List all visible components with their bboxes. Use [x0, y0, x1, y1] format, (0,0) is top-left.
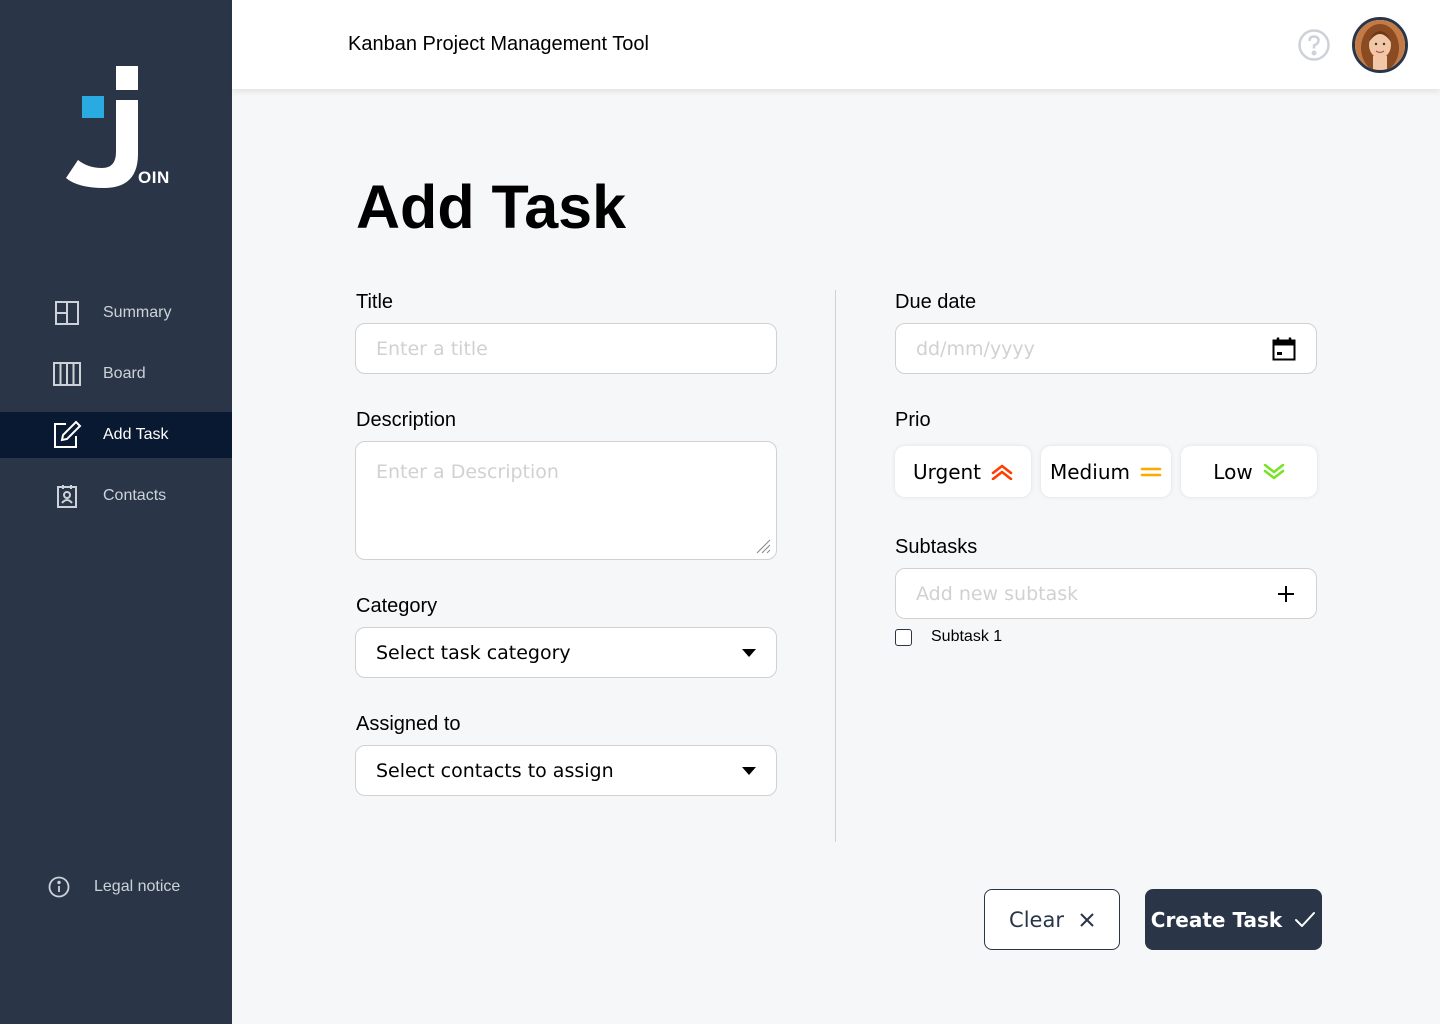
assigned-label: Assigned to [356, 713, 461, 735]
clear-label: Clear [1009, 907, 1064, 932]
sidebar-item-contacts[interactable]: Contacts [0, 473, 232, 519]
plus-icon[interactable] [1276, 584, 1296, 604]
category-value: Select task category [376, 641, 571, 664]
add-task-icon [52, 420, 82, 450]
prio-medium-label: Medium [1050, 459, 1130, 484]
title-label: Title [356, 291, 394, 313]
sidebar: OIN Summary Board Add Task Contacts Lega… [0, 0, 232, 1024]
summary-icon [52, 298, 82, 328]
due-date-placeholder: dd/mm/yyyy [916, 337, 1035, 360]
legal-notice-label: Legal notice [94, 878, 181, 895]
category-label: Category [356, 595, 438, 617]
sidebar-item-label: Add Task [103, 426, 169, 443]
subtask-item: Subtask 1 [895, 628, 1002, 646]
close-icon [1080, 912, 1094, 927]
title-input[interactable]: Enter a title [355, 323, 777, 374]
subtask-input[interactable]: Add new subtask [895, 568, 1317, 619]
sidebar-item-summary[interactable]: Summary [0, 290, 232, 336]
contacts-icon [52, 481, 82, 511]
prio-urgent-button[interactable]: Urgent [895, 446, 1031, 497]
description-textarea[interactable]: Enter a Description [355, 441, 777, 560]
legal-notice-link[interactable]: Legal notice [48, 876, 180, 898]
description-label: Description [356, 409, 457, 431]
app-title: Kanban Project Management Tool [348, 33, 649, 55]
description-placeholder: Enter a Description [376, 461, 559, 483]
form-divider [835, 290, 836, 842]
prio-medium-button[interactable]: Medium [1041, 446, 1171, 497]
subtask-placeholder: Add new subtask [916, 582, 1079, 605]
sidebar-nav: Summary Board Add Task Contacts [0, 290, 232, 534]
prio-low-label: Low [1213, 459, 1253, 484]
board-icon [52, 359, 82, 389]
subtask-checkbox[interactable] [895, 628, 912, 646]
prio-label: Prio [895, 409, 931, 431]
avatar[interactable] [1352, 17, 1408, 73]
category-select[interactable]: Select task category [355, 627, 777, 678]
double-chevron-down-icon [1263, 463, 1284, 479]
sidebar-item-label: Board [103, 365, 146, 382]
create-task-label: Create Task [1150, 907, 1283, 932]
page-title: Add Task [356, 173, 627, 241]
title-placeholder: Enter a title [376, 337, 488, 360]
logo-text: OIN [138, 168, 170, 187]
help-icon[interactable] [1297, 28, 1331, 62]
assigned-select[interactable]: Select contacts to assign [355, 745, 777, 796]
sidebar-item-add-task[interactable]: Add Task [0, 412, 232, 458]
double-chevron-up-icon [991, 464, 1013, 480]
chevron-down-icon [742, 648, 756, 657]
create-task-button[interactable]: Create Task [1145, 889, 1322, 950]
subtask-label: Subtask 1 [931, 628, 1003, 645]
prio-urgent-label: Urgent [912, 459, 982, 484]
chevron-down-icon [742, 766, 756, 775]
assigned-value: Select contacts to assign [376, 759, 614, 782]
sidebar-item-label: Contacts [103, 487, 167, 504]
subtasks-label: Subtasks [895, 536, 978, 558]
due-date-label: Due date [895, 291, 977, 313]
sidebar-item-board[interactable]: Board [0, 351, 232, 397]
resize-handle-icon[interactable] [755, 538, 771, 554]
check-icon [1295, 911, 1316, 927]
prio-low-button[interactable]: Low [1181, 446, 1317, 497]
calendar-icon[interactable] [1272, 337, 1296, 361]
sidebar-item-label: Summary [103, 304, 172, 321]
clear-button[interactable]: Clear [984, 889, 1120, 950]
info-icon [48, 876, 70, 898]
equals-icon [1140, 467, 1162, 476]
header: Kanban Project Management Tool [232, 0, 1440, 89]
due-date-input[interactable]: dd/mm/yyyy [895, 323, 1317, 374]
